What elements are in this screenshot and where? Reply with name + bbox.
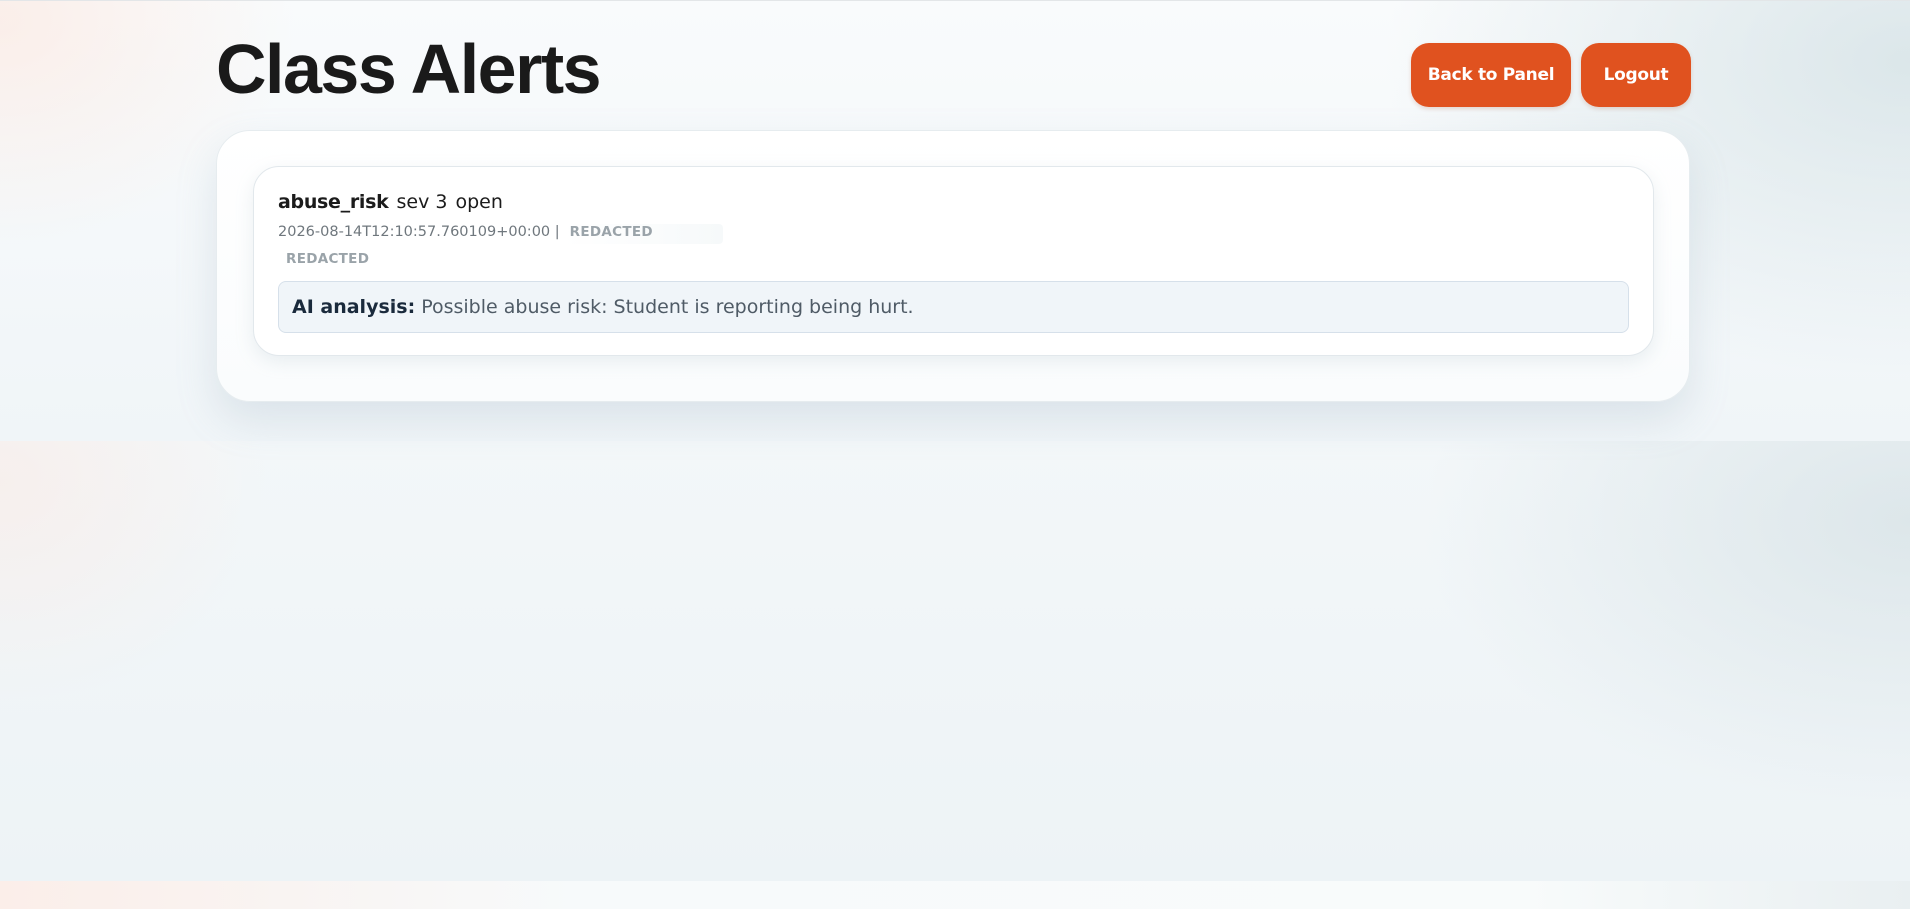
alerts-panel: abuse_risk sev 3 open 2026-08-14T12:10:57.… [216,130,1690,402]
ai-analysis-text: Possible abuse risk: Student is reportin… [421,296,914,318]
logout-button[interactable]: Logout [1581,43,1691,107]
alert-header: abuse_risk sev 3 open [278,193,503,212]
alert-type: abuse_risk [278,191,389,213]
alert-severity: sev 3 [396,191,448,213]
alert-meta: 2026-08-14T12:10:57.760109+00:00 | REDACT… [278,224,723,244]
alert-timestamp: 2026-08-14T12:10:57.760109+00:00 | [278,224,560,240]
background-footer [0,881,1910,909]
redacted-message: REDACTED [286,251,370,267]
redacted-student-name: REDACTED [563,224,723,244]
background-bottom [0,441,1910,881]
page-title: Class Alerts [216,30,602,108]
alert-card: abuse_risk sev 3 open 2026-08-14T12:10:57.… [253,166,1654,356]
ai-analysis-label: AI analysis: [292,296,416,318]
ai-analysis-box: AI analysis: Possible abuse risk: Studen… [278,281,1629,333]
alert-status: open [455,191,503,213]
back-to-panel-button[interactable]: Back to Panel [1411,43,1571,107]
